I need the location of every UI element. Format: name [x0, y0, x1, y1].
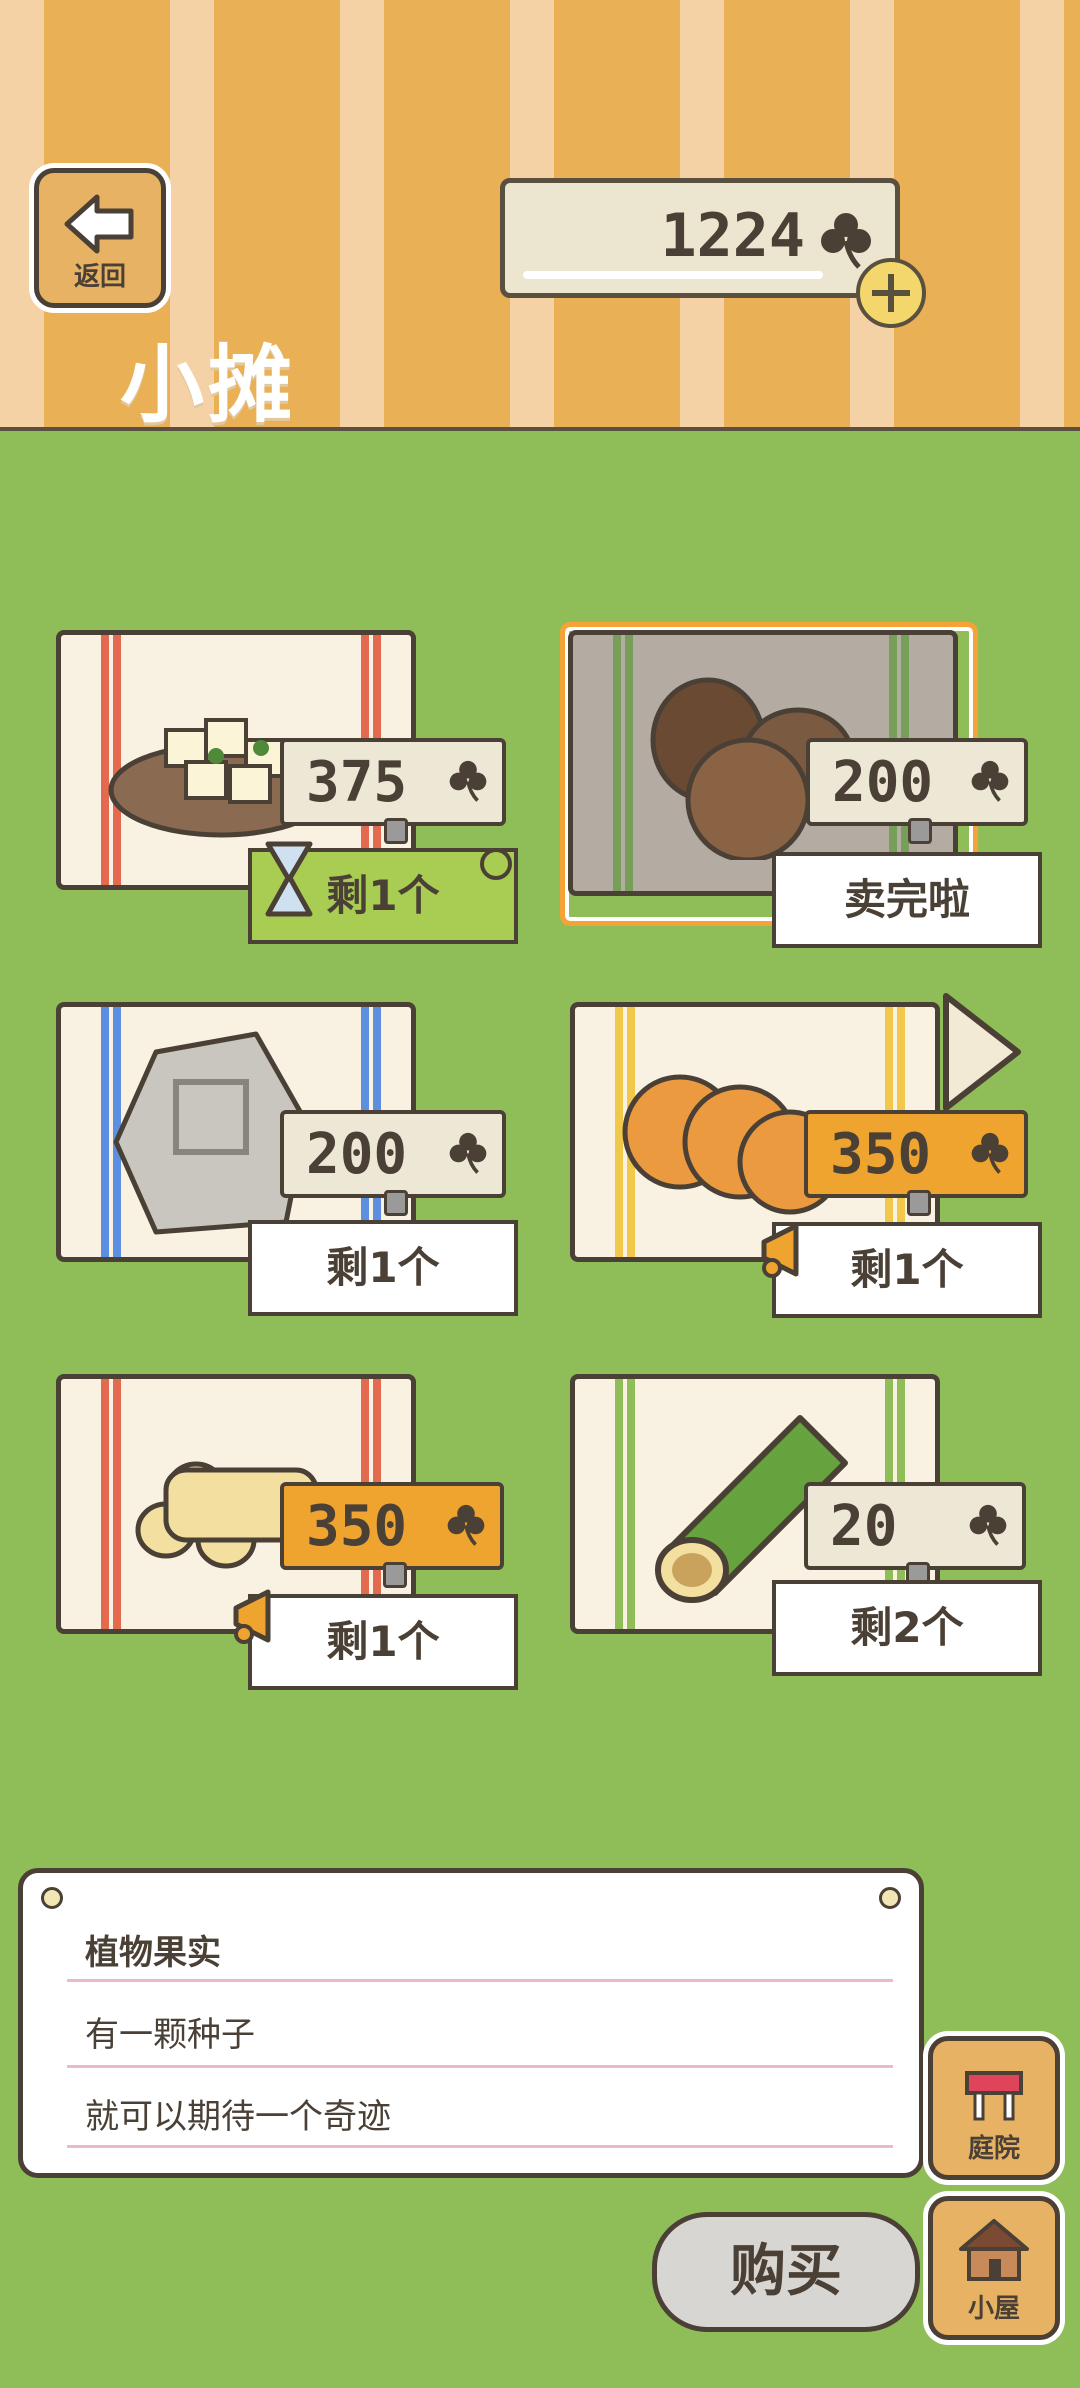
price-tag-discount: 350	[280, 1482, 504, 1588]
back-button[interactable]: 返回	[34, 168, 166, 308]
timer-icon	[480, 848, 512, 880]
clover-icon	[971, 1132, 1009, 1174]
house-icon	[959, 2219, 1029, 2281]
sold-out-label: 卖完啦	[772, 852, 1042, 948]
item-description-line1: 有一颗种子	[85, 2015, 255, 2055]
item-description-box: 植物果实 有一颗种子 就可以期待一个奇迹	[18, 1868, 924, 2178]
clover-icon	[447, 1504, 485, 1546]
price-tag: 375	[280, 738, 506, 844]
item-category: 植物果实	[85, 1933, 221, 1973]
garden-icon	[965, 2071, 1023, 2121]
clover-icon	[821, 213, 871, 269]
stock-label: 剩1个	[248, 1220, 518, 1316]
price-value: 20	[830, 1494, 898, 1559]
next-arrow-icon[interactable]	[936, 990, 1028, 1114]
house-label: 小屋	[967, 2294, 1020, 2324]
garden-label: 庭院	[967, 2134, 1020, 2164]
back-arrow-icon	[64, 194, 134, 254]
buy-button[interactable]: 购买	[652, 2212, 920, 2332]
garden-button[interactable]: 庭院	[928, 2036, 1060, 2180]
clover-counter: 1224	[500, 178, 900, 298]
clover-icon	[971, 760, 1009, 802]
clover-count: 1224	[660, 201, 806, 271]
price-value: 375	[306, 750, 408, 815]
clover-icon	[969, 1504, 1007, 1546]
add-clover-button[interactable]	[856, 258, 926, 328]
house-button[interactable]: 小屋	[928, 2196, 1060, 2340]
hourglass-icon	[265, 841, 313, 917]
back-label: 返回	[73, 262, 126, 292]
clover-icon	[449, 760, 487, 802]
price-tag: 200	[806, 738, 1028, 844]
item-description-line2: 就可以期待一个奇迹	[85, 2097, 391, 2137]
price-tag: 200	[280, 1110, 506, 1216]
price-value: 350	[306, 1494, 408, 1559]
price-value: 350	[830, 1122, 932, 1187]
price-value: 200	[832, 750, 934, 815]
counter-highlight	[523, 271, 823, 279]
megaphone-icon	[233, 1589, 271, 1644]
page-title: 小摊	[120, 336, 297, 434]
price-tag: 20	[804, 1482, 1026, 1588]
megaphone-icon	[761, 1223, 799, 1278]
clover-icon	[449, 1132, 487, 1174]
price-tag-discount: 350	[804, 1110, 1028, 1216]
price-value: 200	[306, 1122, 408, 1187]
stock-label: 剩2个	[772, 1580, 1042, 1676]
